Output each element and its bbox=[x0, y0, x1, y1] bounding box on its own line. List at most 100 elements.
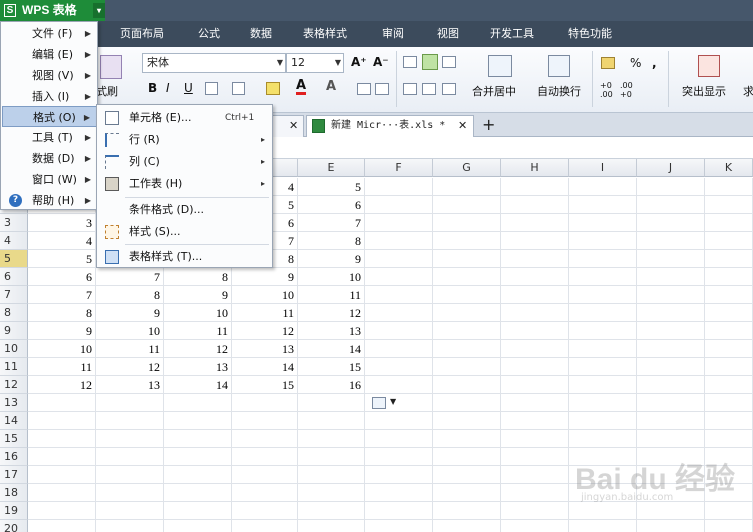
grid-cell[interactable] bbox=[705, 268, 753, 286]
grid-cell[interactable]: 12 bbox=[96, 358, 164, 376]
grid-cell[interactable] bbox=[433, 250, 501, 268]
submenu-item-conditional-format[interactable]: 条件格式 (D)... bbox=[99, 199, 271, 221]
percent-button[interactable]: % bbox=[630, 56, 641, 70]
grid-cell[interactable]: 6 bbox=[28, 268, 96, 286]
grid-cell[interactable] bbox=[705, 430, 753, 448]
grid-cell[interactable] bbox=[569, 430, 637, 448]
grid-cell[interactable]: 10 bbox=[28, 340, 96, 358]
grid-cell[interactable] bbox=[433, 304, 501, 322]
grid-cell[interactable] bbox=[501, 268, 569, 286]
grid-cell[interactable] bbox=[164, 484, 232, 502]
grid-cell[interactable] bbox=[705, 304, 753, 322]
grid-cell[interactable] bbox=[569, 358, 637, 376]
grid-cell[interactable]: 9 bbox=[28, 322, 96, 340]
grid-cell[interactable] bbox=[705, 322, 753, 340]
new-tab-button[interactable]: + bbox=[482, 114, 495, 136]
grid-cell[interactable] bbox=[164, 466, 232, 484]
grid-cell[interactable] bbox=[501, 286, 569, 304]
grid-cell[interactable] bbox=[96, 412, 164, 430]
grid-cell[interactable] bbox=[433, 268, 501, 286]
grid-cell[interactable] bbox=[501, 250, 569, 268]
grid-cell[interactable]: 3 bbox=[28, 214, 96, 232]
row-header[interactable]: 5 bbox=[0, 250, 28, 268]
grid-cell[interactable] bbox=[433, 214, 501, 232]
format-painter-label[interactable]: 式刷 bbox=[96, 83, 118, 99]
font-size-select[interactable]: 12 ▼ bbox=[286, 53, 344, 73]
grid-cell[interactable] bbox=[433, 448, 501, 466]
submenu-item-row[interactable]: 行 (R) ▸ bbox=[99, 129, 271, 151]
grid-cell[interactable] bbox=[501, 214, 569, 232]
chevron-down-icon[interactable]: ▼ bbox=[390, 397, 396, 406]
tab-special-features[interactable]: 特色功能 bbox=[568, 21, 612, 47]
grid-cell[interactable] bbox=[298, 484, 365, 502]
grid-cell[interactable]: 13 bbox=[298, 322, 365, 340]
grid-cell[interactable]: 12 bbox=[232, 322, 298, 340]
grid-cell[interactable]: 5 bbox=[298, 178, 365, 196]
column-header-k[interactable]: K bbox=[705, 159, 753, 177]
grid-cell[interactable] bbox=[705, 286, 753, 304]
grid-cell[interactable]: 11 bbox=[28, 358, 96, 376]
grid-cell[interactable] bbox=[705, 358, 753, 376]
grid-cell[interactable] bbox=[433, 430, 501, 448]
grid-cell[interactable] bbox=[365, 196, 433, 214]
grid-cell[interactable] bbox=[433, 466, 501, 484]
tab-page-layout[interactable]: 页面布局 bbox=[120, 21, 164, 47]
grid-cell[interactable] bbox=[637, 394, 705, 412]
font-color-icon[interactable]: A bbox=[296, 79, 307, 95]
grid-cell[interactable] bbox=[637, 268, 705, 286]
grid-cell[interactable] bbox=[433, 394, 501, 412]
grid-cell[interactable] bbox=[365, 178, 433, 196]
row-header[interactable]: 13 bbox=[0, 394, 28, 412]
grid-cell[interactable] bbox=[705, 232, 753, 250]
grid-cell[interactable] bbox=[569, 340, 637, 358]
grid-cell[interactable] bbox=[232, 502, 298, 520]
grid-cell[interactable] bbox=[164, 430, 232, 448]
paste-options-icon[interactable] bbox=[372, 397, 386, 409]
grid-cell[interactable] bbox=[28, 502, 96, 520]
grid-cell[interactable] bbox=[28, 430, 96, 448]
menu-item-edit[interactable]: 编辑 (E) ▶ bbox=[2, 44, 97, 65]
grid-cell[interactable] bbox=[28, 484, 96, 502]
row-header[interactable]: 17 bbox=[0, 466, 28, 484]
grid-cell[interactable]: 10 bbox=[96, 322, 164, 340]
row-header[interactable]: 15 bbox=[0, 430, 28, 448]
grid-cell[interactable] bbox=[501, 322, 569, 340]
column-header-i[interactable]: I bbox=[569, 159, 637, 177]
increase-indent-icon[interactable] bbox=[375, 83, 389, 95]
close-icon[interactable]: ✕ bbox=[458, 116, 467, 136]
menu-item-format[interactable]: 格式 (O) ▶ bbox=[2, 106, 97, 127]
grid-cell[interactable] bbox=[569, 520, 637, 532]
grid-cell[interactable] bbox=[365, 304, 433, 322]
grid-cell[interactable] bbox=[96, 430, 164, 448]
grid-cell[interactable]: 9 bbox=[164, 286, 232, 304]
grid-cell[interactable] bbox=[164, 502, 232, 520]
grid-cell[interactable] bbox=[365, 484, 433, 502]
tab-data[interactable]: 数据 bbox=[250, 21, 272, 47]
grid-cell[interactable]: 15 bbox=[298, 358, 365, 376]
grid-cell[interactable] bbox=[96, 448, 164, 466]
grid-cell[interactable]: 8 bbox=[164, 268, 232, 286]
grid-cell[interactable] bbox=[232, 394, 298, 412]
grid-cell[interactable] bbox=[164, 412, 232, 430]
comma-style-button[interactable]: , bbox=[652, 56, 657, 70]
grid-cell[interactable]: 11 bbox=[232, 304, 298, 322]
grid-cell[interactable]: 8 bbox=[28, 304, 96, 322]
grid-cell[interactable] bbox=[433, 322, 501, 340]
grid-cell[interactable] bbox=[705, 214, 753, 232]
row-header[interactable]: 20 bbox=[0, 520, 28, 532]
grow-font-button[interactable]: A⁺ bbox=[351, 55, 367, 69]
grid-cell[interactable]: 10 bbox=[164, 304, 232, 322]
grid-cell[interactable] bbox=[164, 394, 232, 412]
grid-cell[interactable] bbox=[705, 196, 753, 214]
grid-cell[interactable] bbox=[298, 412, 365, 430]
grid-cell[interactable] bbox=[433, 376, 501, 394]
submenu-item-worksheet[interactable]: 工作表 (H) ▸ bbox=[99, 173, 271, 195]
grid-cell[interactable] bbox=[501, 178, 569, 196]
align-middle-icon[interactable] bbox=[422, 54, 438, 70]
grid-cell[interactable] bbox=[501, 196, 569, 214]
submenu-item-column[interactable]: 列 (C) ▸ bbox=[99, 151, 271, 173]
grid-cell[interactable] bbox=[501, 376, 569, 394]
grid-cell[interactable] bbox=[433, 340, 501, 358]
grid-cell[interactable] bbox=[637, 286, 705, 304]
grid-cell[interactable] bbox=[433, 520, 501, 532]
